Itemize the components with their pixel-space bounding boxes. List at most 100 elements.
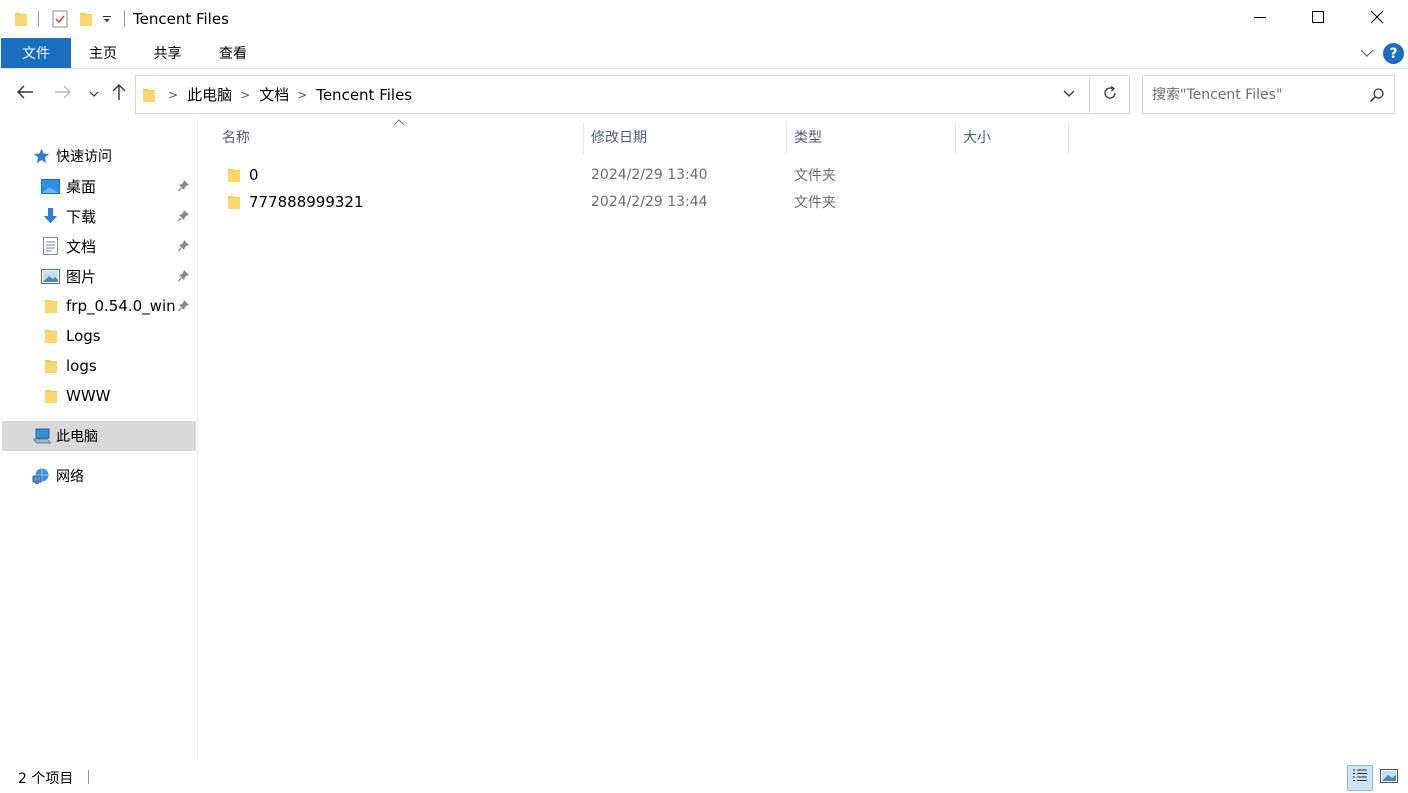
sidebar-item-logs-upper[interactable]: Logs [0,321,196,351]
pin-icon[interactable] [178,209,190,226]
sidebar-item-downloads[interactable]: 下载 [0,201,196,231]
computer-icon [33,428,51,444]
file-type: 文件夹 [794,194,836,211]
search-box[interactable] [1142,75,1395,114]
refresh-button[interactable] [1090,75,1130,114]
breadcrumb-tencent-files[interactable]: Tencent Files [316,86,412,104]
folder-icon [44,328,58,344]
file-date: 2024/2/29 13:44 [591,193,708,210]
column-header-name[interactable]: 名称 [222,118,582,156]
ribbon: 文件 主页 共享 查看 ? [0,38,1408,69]
pin-icon[interactable] [178,179,190,196]
minimize-button[interactable] [1231,0,1289,38]
sidebar-item-www[interactable]: WWW [0,381,196,411]
sidebar-item-label: 快速访问 [56,149,112,165]
file-name[interactable]: 0 [249,161,259,188]
sidebar-item-label: 图片 [66,267,97,286]
column-header-size[interactable]: 大小 [963,118,1068,156]
sidebar-item-logs-lower[interactable]: logs [0,351,196,381]
item-count: 2 个项目 [18,771,74,787]
window-title: Tencent Files [133,10,229,28]
chevron-right-icon[interactable]: > [168,88,178,102]
table-row[interactable]: 0 2024/2/29 13:40 文件夹 [222,161,1268,188]
sidebar-item-pictures[interactable]: 图片 [0,261,196,291]
arrow-left-icon [16,85,34,103]
file-date: 2024/2/29 13:40 [591,166,708,183]
file-type: 文件夹 [794,167,836,184]
pin-icon[interactable] [178,239,190,256]
star-icon [33,148,50,164]
recent-locations-button[interactable] [85,82,103,106]
minimize-icon [1254,11,1266,27]
folder-icon [14,10,28,28]
title-bar: Tencent Files [0,0,1408,38]
tab-file[interactable]: 文件 [1,38,71,68]
sidebar-item-network[interactable]: 网络 [0,461,196,491]
arrow-right-icon [54,85,72,103]
sidebar-item-label: 文档 [66,237,97,256]
details-view-icon [1352,769,1368,787]
sidebar-item-this-pc[interactable]: 此电脑 [2,421,196,451]
sidebar-item-quick-access[interactable]: 快速访问 [0,141,196,171]
pin-icon[interactable] [178,299,190,316]
file-name[interactable]: 777888999321 [249,188,364,215]
chevron-right-icon[interactable]: > [297,88,307,102]
large-icons-view-icon [1380,769,1398,787]
sidebar-item-label: logs [66,357,97,375]
tab-share[interactable]: 共享 [135,38,200,68]
properties-icon[interactable] [52,10,68,28]
search-input[interactable] [1152,79,1362,110]
arrow-up-icon [112,83,126,105]
picture-icon [41,268,60,284]
folder-icon [227,188,241,215]
sidebar-item-desktop[interactable]: 桌面 [0,171,196,201]
folder-icon [227,161,241,188]
folder-icon [44,388,58,404]
navigation-pane: 快速访问 桌面 下载 文档 图片 frp_0.54.0_windows [0,118,198,760]
details-view-button[interactable] [1347,765,1373,791]
navigation-bar: > 此电脑 > 文档 > Tencent Files [0,70,1408,118]
close-icon [1370,10,1384,27]
sidebar-item-label: Logs [66,327,101,345]
column-header-type[interactable]: 类型 [794,118,954,156]
sidebar-item-frp[interactable]: frp_0.54.0_windows [0,291,196,321]
chevron-down-icon [89,86,99,102]
address-bar[interactable]: > 此电脑 > 文档 > Tencent Files [135,75,1090,114]
tab-view[interactable]: 查看 [200,38,266,68]
folder-icon [142,87,156,103]
sidebar-item-label: 桌面 [66,177,97,196]
folder-icon [44,358,58,374]
up-button[interactable] [108,82,130,106]
chevron-down-icon[interactable] [1358,44,1376,62]
document-icon [43,237,58,255]
maximize-button[interactable] [1289,0,1347,38]
large-icons-view-button[interactable] [1376,765,1402,791]
new-folder-icon[interactable] [79,10,93,28]
sidebar-item-label: 下载 [66,207,97,226]
desktop-icon [41,178,60,194]
sidebar-item-documents[interactable]: 文档 [0,231,196,261]
close-button[interactable] [1348,0,1406,38]
column-header-date[interactable]: 修改日期 [591,118,786,156]
back-button[interactable] [13,82,37,106]
sidebar-item-label: frp_0.54.0_windows [66,297,176,315]
sidebar-item-label: 此电脑 [56,429,98,445]
tab-home[interactable]: 主页 [71,38,135,68]
breadcrumb-this-pc[interactable]: 此电脑 [187,84,232,105]
network-icon [32,468,50,485]
chevron-right-icon[interactable]: > [240,88,250,102]
pin-icon[interactable] [178,269,190,286]
help-button[interactable]: ? [1383,43,1404,64]
download-icon [43,207,58,225]
forward-button[interactable] [51,82,75,106]
search-icon[interactable] [1369,87,1385,103]
sidebar-item-label: WWW [66,387,111,405]
divider [88,770,89,784]
status-bar: 2 个项目 [0,760,1408,793]
table-row[interactable]: 777888999321 2024/2/29 13:44 文件夹 [222,188,1268,215]
maximize-icon [1312,11,1324,27]
sidebar-item-label: 网络 [56,469,84,485]
address-dropdown-icon[interactable] [1062,89,1076,99]
breadcrumb-documents[interactable]: 文档 [259,84,289,105]
customize-toolbar-icon[interactable] [102,10,112,28]
